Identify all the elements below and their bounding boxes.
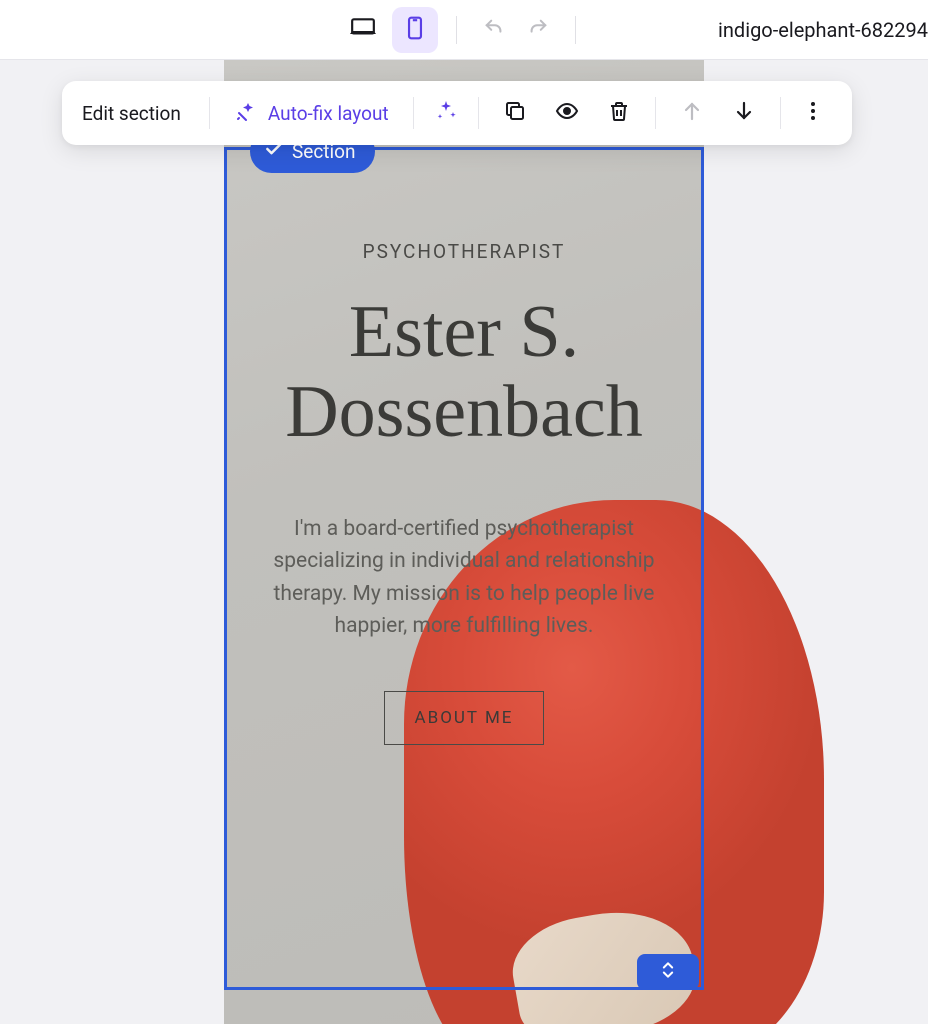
kebab-icon <box>801 99 825 127</box>
move-down-button[interactable] <box>718 91 770 135</box>
auto-fix-layout-button[interactable]: Auto-fix layout <box>220 99 403 128</box>
ai-sparkle-button[interactable] <box>424 91 468 135</box>
divider <box>780 97 781 129</box>
mobile-view-button[interactable] <box>392 7 438 53</box>
divider <box>478 97 479 129</box>
move-up-button[interactable] <box>666 91 718 135</box>
divider <box>655 97 656 129</box>
eye-icon <box>555 99 579 127</box>
undo-icon <box>483 17 505 43</box>
edit-section-button[interactable]: Edit section <box>82 102 199 125</box>
divider <box>456 16 457 44</box>
divider <box>413 97 414 129</box>
app-topbar: indigo-elephant-682294 <box>0 0 928 60</box>
divider <box>575 16 576 44</box>
hero-title[interactable]: Ester S. Dossenbach <box>260 293 668 453</box>
mobile-preview-content: Section PSYCHOTHERAPIST Ester S. Dossenb… <box>224 60 704 1024</box>
section-edit-toolbar: Edit section Auto-fix layout <box>62 81 852 145</box>
project-name[interactable]: indigo-elephant-682294 <box>718 18 928 42</box>
mobile-preview-frame[interactable]: Section PSYCHOTHERAPIST Ester S. Dossenb… <box>224 60 704 1024</box>
arrow-down-icon <box>732 99 756 127</box>
hero-description[interactable]: I'm a board-certified psychotherapist sp… <box>260 513 668 643</box>
arrow-up-icon <box>680 99 704 127</box>
desktop-icon <box>350 15 376 45</box>
hero-section: PSYCHOTHERAPIST Ester S. Dossenbach I'm … <box>224 240 704 745</box>
copy-icon <box>503 99 527 127</box>
auto-fix-label: Auto-fix layout <box>268 102 389 125</box>
divider <box>209 97 210 129</box>
trash-icon <box>607 99 631 127</box>
redo-icon <box>527 17 549 43</box>
desktop-view-button[interactable] <box>340 7 386 53</box>
undo-button[interactable] <box>475 11 513 49</box>
delete-button[interactable] <box>593 91 645 135</box>
device-toggle-group <box>340 7 588 53</box>
mobile-icon <box>402 15 428 45</box>
canvas-area: Edit section Auto-fix layout <box>0 60 928 1024</box>
sparkle-icon <box>434 99 458 127</box>
toolbar-move-group <box>666 91 770 135</box>
magic-wand-icon <box>234 99 258 128</box>
hero-eyebrow[interactable]: PSYCHOTHERAPIST <box>260 240 668 263</box>
more-options-button[interactable] <box>791 91 835 135</box>
about-me-button[interactable]: ABOUT ME <box>384 691 545 745</box>
toolbar-action-group <box>489 91 645 135</box>
duplicate-button[interactable] <box>489 91 541 135</box>
redo-button[interactable] <box>519 11 557 49</box>
visibility-button[interactable] <box>541 91 593 135</box>
